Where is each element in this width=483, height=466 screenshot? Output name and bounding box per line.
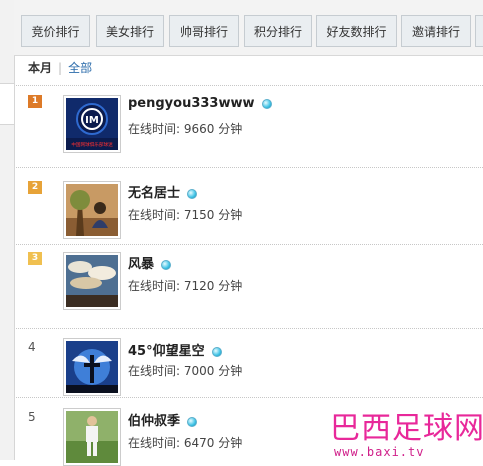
boy-under-tree-icon <box>66 184 118 236</box>
tab-overflow-partial[interactable] <box>475 15 483 47</box>
user-name-link[interactable]: pengyou333www <box>128 96 272 111</box>
user-name-link[interactable]: 45°仰望星空 <box>128 340 222 359</box>
cloudy-sky-icon <box>66 255 118 307</box>
angel-cross-icon <box>66 341 118 393</box>
svg-text:IM: IM <box>85 115 99 126</box>
avatar-angel-cross[interactable] <box>63 338 121 396</box>
row-divider <box>16 397 483 398</box>
rank-badge-1: 1 <box>28 95 42 108</box>
tab-points-ranking[interactable]: 积分排行 <box>244 15 312 47</box>
filter-all-time[interactable]: 全部 <box>68 61 92 75</box>
filter-this-month[interactable]: 本月 <box>28 61 52 75</box>
tab-friends-ranking[interactable]: 好友数排行 <box>316 15 397 47</box>
rank-number-4: 4 <box>28 340 36 354</box>
left-panel-notch <box>0 83 14 125</box>
user-name-link[interactable]: 无名居士 <box>128 182 198 201</box>
rank-badge-3: 3 <box>28 252 42 265</box>
rank-number-5: 5 <box>28 410 36 424</box>
avatar-football-player[interactable] <box>63 408 121 466</box>
online-status-icon <box>187 416 198 427</box>
tab-invite-ranking[interactable]: 邀请排行 <box>401 15 471 47</box>
watermark-title: 巴西足球网 <box>330 411 483 446</box>
user-name: pengyou333www <box>128 96 255 111</box>
avatar-caption: 中国网球俱乐部球迷 <box>71 141 113 148</box>
online-time: 在线时间: 6470 分钟 <box>128 436 243 450</box>
online-time: 在线时间: 7000 分钟 <box>128 364 243 378</box>
online-status-icon <box>187 188 198 199</box>
avatar-cloudy-sky[interactable] <box>63 252 121 310</box>
site-watermark: 巴西足球网 www.baxi.tv <box>330 411 483 460</box>
online-status-icon <box>211 346 222 357</box>
user-name: 风暴 <box>128 257 155 272</box>
left-panel-edge <box>0 0 15 460</box>
watermark-url: www.baxi.tv <box>334 445 425 459</box>
ranking-tab-bar: 竞价排行 美女排行 帅哥排行 积分排行 好友数排行 邀请排行 <box>14 0 483 56</box>
row-divider <box>16 167 483 168</box>
online-time: 在线时间: 9660 分钟 <box>128 122 243 136</box>
filter-separator: | <box>58 61 63 75</box>
row-divider <box>16 244 483 245</box>
user-name-link[interactable]: 伯仲叔季 <box>128 410 198 429</box>
online-time: 在线时间: 7120 分钟 <box>128 279 243 293</box>
football-player-icon <box>66 411 118 463</box>
user-name-link[interactable]: 风暴 <box>128 253 172 272</box>
avatar-boy-under-tree[interactable] <box>63 181 121 239</box>
avatar-inter-milan-logo[interactable]: IM 中国网球俱乐部球迷 <box>63 95 121 153</box>
online-status-icon <box>161 259 172 270</box>
online-status-icon <box>261 98 272 109</box>
tab-handsome-ranking[interactable]: 帅哥排行 <box>169 15 239 47</box>
tab-beauty-ranking[interactable]: 美女排行 <box>96 15 164 47</box>
online-time: 在线时间: 7150 分钟 <box>128 208 243 222</box>
tab-bid-ranking[interactable]: 竞价排行 <box>21 15 90 47</box>
period-filter: 本月 | 全部 <box>28 60 92 76</box>
user-name: 无名居士 <box>128 186 181 201</box>
inter-milan-logo-icon: IM 中国网球俱乐部球迷 <box>66 98 118 150</box>
row-divider <box>16 85 483 86</box>
user-name: 45°仰望星空 <box>128 344 205 359</box>
rank-badge-2: 2 <box>28 181 42 194</box>
row-divider <box>16 328 483 329</box>
user-name: 伯仲叔季 <box>128 414 181 429</box>
